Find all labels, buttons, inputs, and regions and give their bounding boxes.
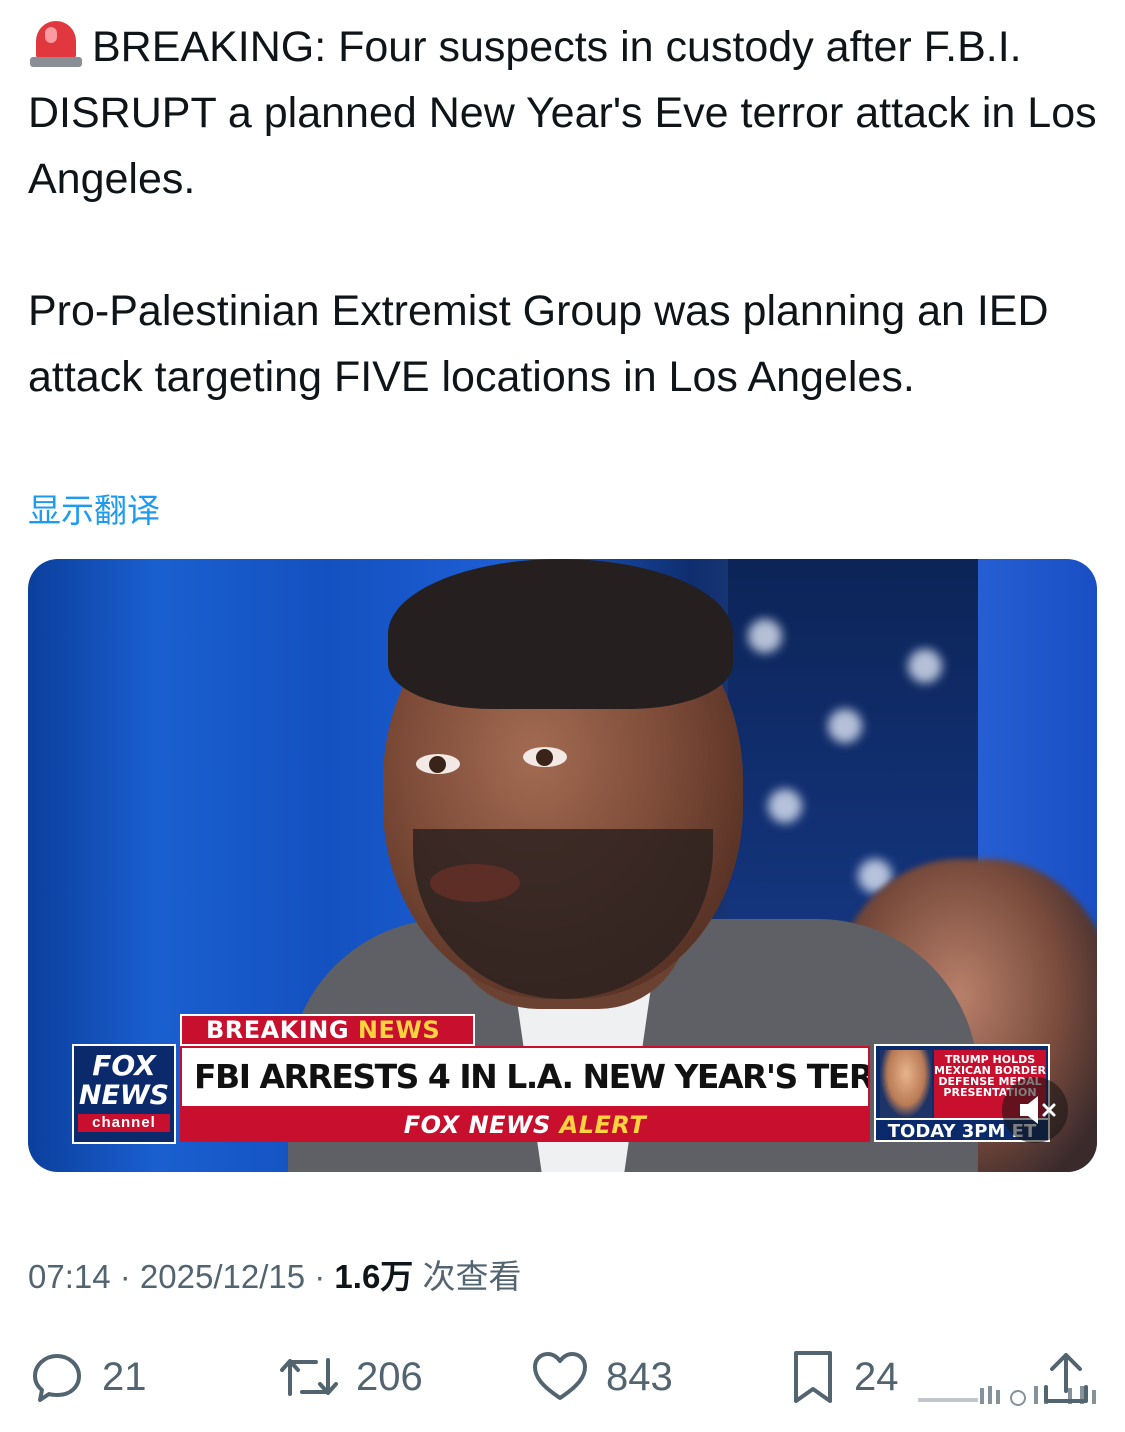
flag-star <box>748 619 782 653</box>
like-count: 843 <box>606 1354 673 1399</box>
repost-count: 206 <box>356 1354 423 1399</box>
bookmark-button[interactable]: 24 <box>788 1342 899 1412</box>
news-headline: FBI ARRESTS 4 IN L.A. NEW YEAR'S TERROR … <box>180 1046 870 1108</box>
speaker-eye <box>416 754 460 774</box>
reply-count: 21 <box>102 1354 147 1399</box>
reply-button[interactable]: 21 <box>28 1342 147 1412</box>
post-paragraph-1-text: BREAKING: Four suspects in custody after… <box>28 23 1097 203</box>
bookmark-icon <box>794 1351 832 1403</box>
speaker-hair <box>388 559 733 709</box>
heart-icon <box>533 1352 587 1400</box>
separator: · <box>110 1258 140 1295</box>
flag-star <box>828 709 862 743</box>
speaker-mouth <box>430 864 520 902</box>
show-translation-link[interactable]: 显示翻译 <box>28 484 160 532</box>
repost-icon <box>280 1358 338 1396</box>
post-meta: 07:14 · 2025/12/15 · 1.6万 次查看 <box>28 1250 521 1298</box>
view-count: 1.6万 <box>334 1258 414 1295</box>
fox-news-logo: FOX NEWS channel <box>72 1044 176 1144</box>
post-paragraph-2: Pro-Palestinian Extremist Group was plan… <box>28 287 1049 401</box>
speaker-muted-icon <box>1020 1096 1056 1124</box>
bookmark-count: 24 <box>854 1354 899 1399</box>
post-date[interactable]: 2025/12/15 <box>140 1258 305 1295</box>
flag-star <box>908 649 942 683</box>
repost-button[interactable]: 206 <box>278 1342 423 1412</box>
flag-star <box>768 789 802 823</box>
mute-button[interactable] <box>1002 1077 1068 1143</box>
promo-thumbnail <box>880 1050 932 1118</box>
view-label: 次查看 <box>413 1258 522 1295</box>
post-text: BREAKING: Four suspects in custody after… <box>28 14 1103 410</box>
police-siren-icon <box>28 15 84 69</box>
breaking-news-tag: BREAKING NEWS <box>180 1014 475 1046</box>
post-time[interactable]: 07:14 <box>28 1258 111 1295</box>
reply-icon <box>33 1354 81 1402</box>
post-paragraph-1: BREAKING: Four suspects in custody after… <box>28 14 1103 212</box>
news-lower-third: BREAKING NEWS FOX NEWS channel FBI ARRES… <box>28 1014 1097 1144</box>
watermark-logo <box>918 1386 1096 1406</box>
like-button[interactable]: 843 <box>530 1342 673 1412</box>
video-player[interactable]: BREAKING NEWS FOX NEWS channel FBI ARRES… <box>28 559 1097 1172</box>
fox-news-alert: FOX NEWS ALERT <box>180 1108 870 1142</box>
separator: · <box>305 1258 335 1295</box>
speaker-eye <box>523 747 567 767</box>
